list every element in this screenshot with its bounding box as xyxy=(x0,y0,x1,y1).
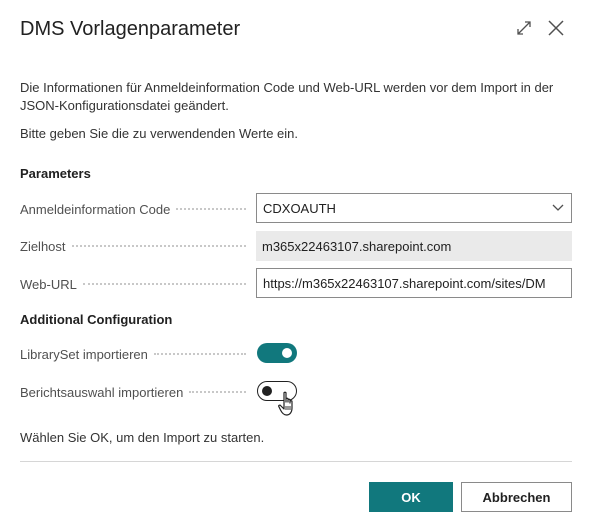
credential-code-label: Anmeldeinformation Code xyxy=(20,201,171,217)
target-host-field: m365x22463107.sharepoint.com xyxy=(256,231,572,261)
library-set-toggle[interactable] xyxy=(257,343,297,363)
import-hint-text: Wählen Sie OK, um den Import zu starten. xyxy=(20,430,265,445)
credential-code-label-row: Anmeldeinformation Code xyxy=(20,194,256,224)
parameters-heading: Parameters xyxy=(20,166,91,181)
additional-configuration-heading: Additional Configuration xyxy=(20,312,173,327)
cancel-button[interactable]: Abbrechen xyxy=(461,482,572,512)
target-host-label-row: Zielhost xyxy=(20,231,256,261)
expand-icon[interactable] xyxy=(512,16,536,40)
close-icon[interactable] xyxy=(544,16,568,40)
library-set-label: LibrarySet importieren xyxy=(20,346,148,362)
dms-template-parameters-dialog: DMS Vorlagenparameter Die Informationen … xyxy=(0,0,592,532)
toggle-knob xyxy=(262,386,272,396)
web-url-input-wrapper xyxy=(256,268,572,298)
label-leader-dots xyxy=(71,245,246,247)
chevron-down-icon[interactable] xyxy=(551,200,565,217)
credential-code-value: CDXOAUTH xyxy=(263,200,336,216)
description-text: Die Informationen für Anmeldeinformation… xyxy=(20,80,554,113)
report-selection-label-row: Berichtsauswahl importieren xyxy=(20,377,256,407)
library-set-label-row: LibrarySet importieren xyxy=(20,339,256,369)
ok-button[interactable]: OK xyxy=(369,482,453,512)
label-leader-dots xyxy=(176,208,246,210)
target-host-label: Zielhost xyxy=(20,238,66,254)
label-leader-dots xyxy=(153,353,246,355)
web-url-input[interactable] xyxy=(263,275,565,291)
target-host-value: m365x22463107.sharepoint.com xyxy=(262,238,452,254)
hand-pointer-cursor-icon xyxy=(277,391,299,417)
toggle-knob xyxy=(282,348,292,358)
instruction-text: Bitte geben Sie die zu verwendenden Wert… xyxy=(20,126,298,141)
web-url-label: Web-URL xyxy=(20,276,77,292)
label-leader-dots xyxy=(82,283,246,285)
footer-divider xyxy=(20,461,572,462)
report-selection-label: Berichtsauswahl importieren xyxy=(20,384,184,400)
credential-code-select[interactable]: CDXOAUTH xyxy=(256,193,572,223)
label-leader-dots xyxy=(189,391,246,393)
web-url-label-row: Web-URL xyxy=(20,269,256,299)
dialog-title: DMS Vorlagenparameter xyxy=(20,18,241,40)
